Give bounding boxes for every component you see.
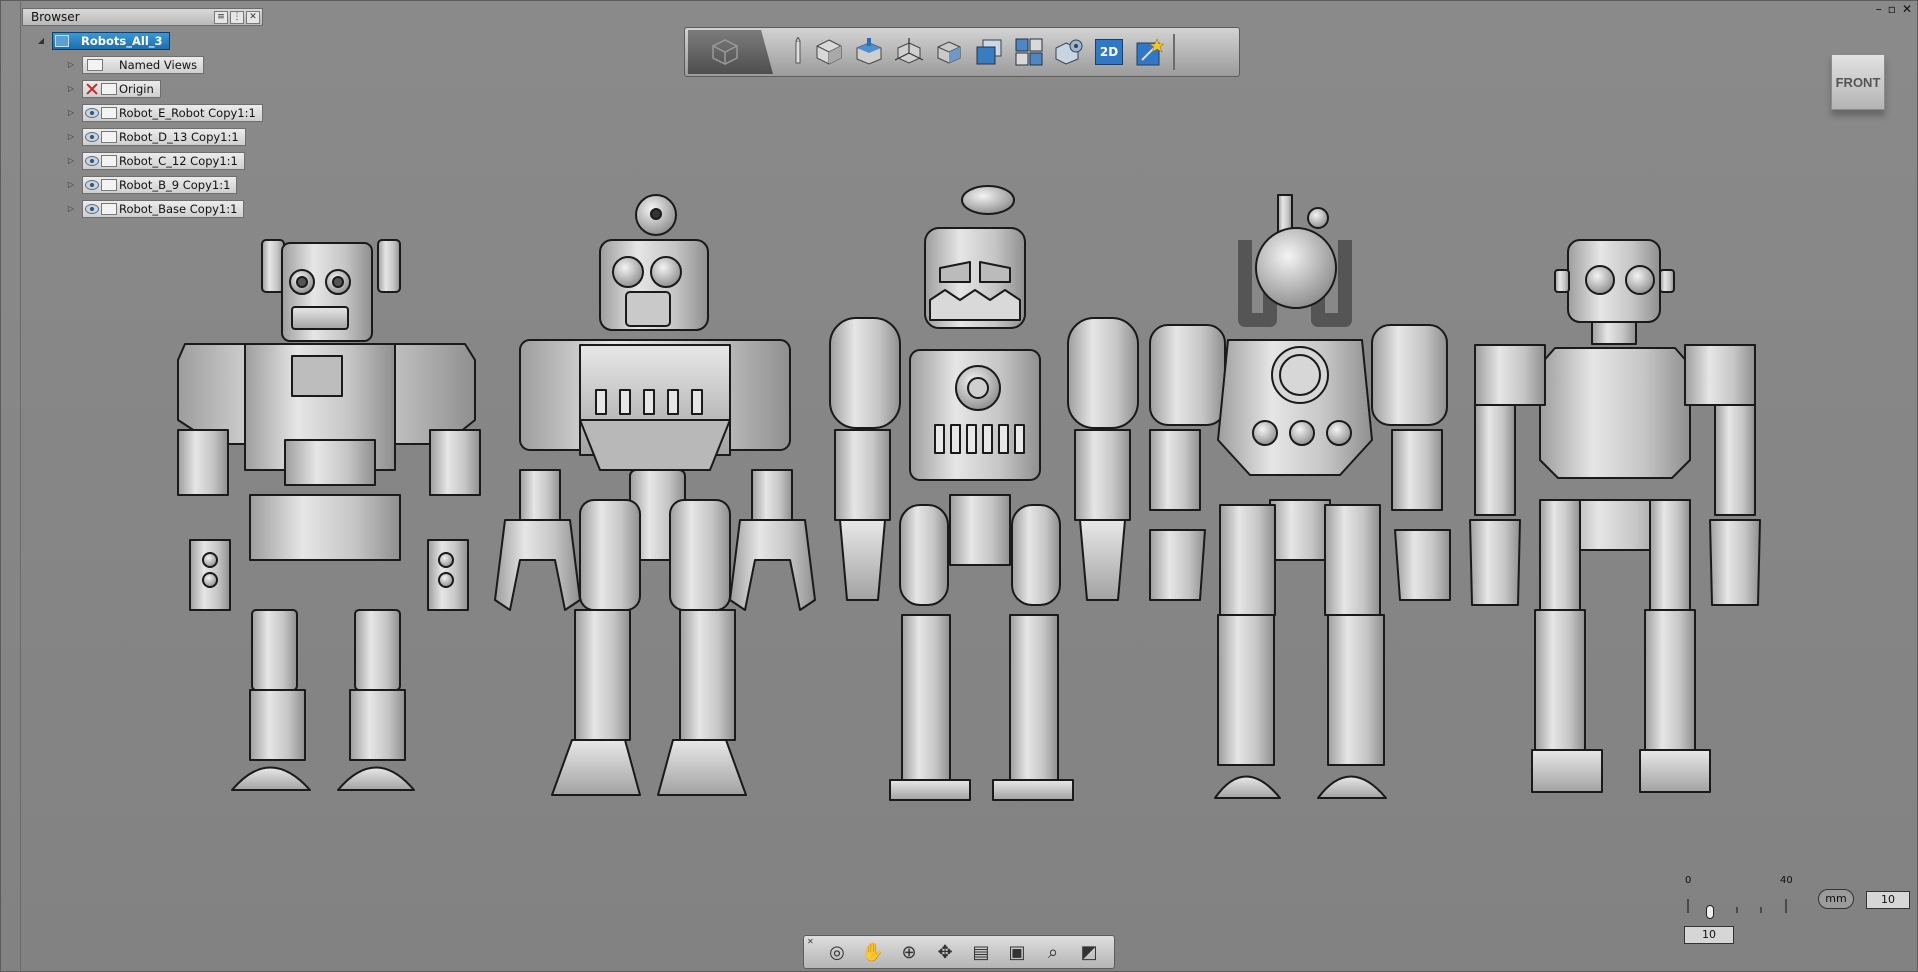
robot-b-model[interactable] [1149, 194, 1451, 799]
unit-button[interactable]: mm [1818, 889, 1854, 909]
section-icon[interactable]: ◩ [1074, 939, 1104, 965]
robots-scene [177, 185, 1761, 801]
pan-hand-icon[interactable]: ✋ [858, 939, 888, 965]
scale-slider-handle[interactable] [1706, 905, 1714, 919]
robot-c-model[interactable] [829, 185, 1139, 801]
scale-min-label: 0 [1685, 875, 1692, 886]
magnify-icon[interactable]: ⌕ [1038, 939, 1068, 965]
zoom-icon[interactable]: ⊕ [894, 939, 924, 965]
scale-indicator: 0 40 mm 10 10 [1680, 875, 1910, 945]
navigation-bar: ✕ ◎ ✋ ⊕ ✥ ▤ ▣ ⌕ ◩ [803, 935, 1115, 969]
scale-value-box[interactable]: 10 [1866, 891, 1910, 909]
scale-ruler [1687, 899, 1787, 913]
scale-field-box[interactable]: 10 [1684, 926, 1734, 944]
scale-max-label: 40 [1780, 875, 1793, 886]
orbit-icon[interactable]: ◎ [822, 939, 852, 965]
nav-bar-close-icon[interactable]: ✕ [807, 938, 816, 947]
viewcube-label: FRONT [1835, 74, 1881, 90]
robot-e-model[interactable] [177, 239, 481, 791]
view-box-icon[interactable]: ▣ [1002, 939, 1032, 965]
robot-d-model[interactable] [494, 194, 816, 796]
viewcube-front-face[interactable]: FRONT [1831, 54, 1885, 110]
look-at-icon[interactable]: ▤ [966, 939, 996, 965]
move-icon[interactable]: ✥ [930, 939, 960, 965]
robot-base-model[interactable] [1469, 239, 1761, 793]
